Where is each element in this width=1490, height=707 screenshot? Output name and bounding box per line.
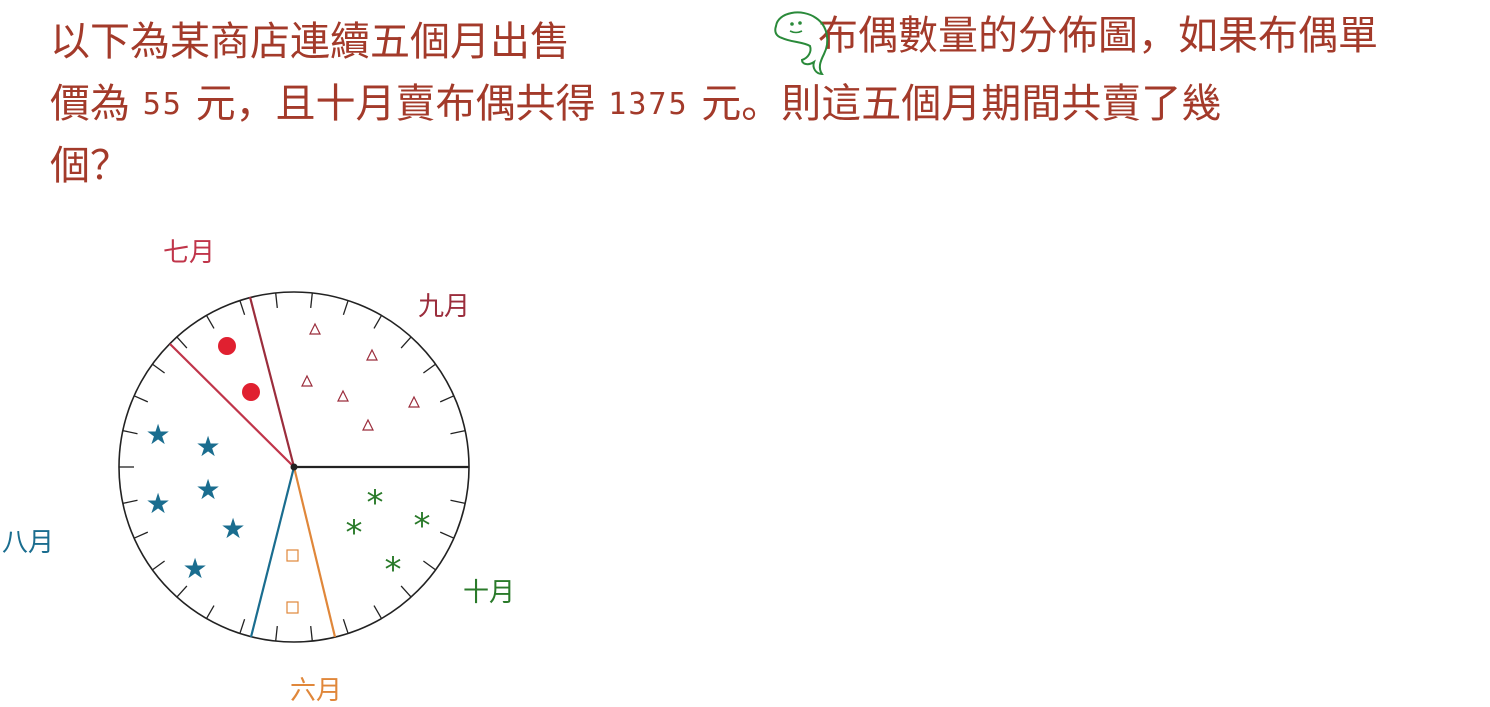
tick-mark (400, 336, 412, 349)
tick-mark (439, 395, 455, 403)
tick-mark (423, 363, 436, 374)
question-line-2-end: 元。則這五個月期間共賣了幾 (701, 81, 1222, 127)
tick-mark (439, 531, 455, 539)
tick-mark (450, 499, 466, 505)
august-star: ★ (145, 418, 170, 451)
september-triangle (337, 389, 349, 402)
question-line-3: 個？ (50, 136, 130, 196)
october-asterisk: * (346, 513, 363, 553)
divider-july-september (248, 296, 296, 468)
september-triangle (408, 395, 420, 408)
tick-mark (122, 429, 138, 435)
tick-mark (450, 429, 466, 435)
august-star: ★ (195, 473, 220, 506)
tick-mark (133, 531, 149, 539)
september-triangle (362, 418, 374, 431)
september-triangle (301, 374, 313, 387)
august-star: ★ (195, 430, 220, 463)
revenue-value: 1375 (608, 87, 689, 122)
july-dot (218, 337, 236, 355)
question-line-2-start: 價為 (50, 81, 130, 127)
question-line-1-start: 以下為某商店連續五個月出售 (50, 19, 570, 65)
june-square (286, 601, 299, 614)
question-line-1-end-wrap: 布偶數量的分佈圖，如果布偶單 (818, 6, 1378, 66)
divider-october-june (292, 466, 337, 638)
pictogram-pie-diagram: ★ ★ ★ ★ ★ ★ * * * * (118, 291, 470, 643)
label-october: 十月 (463, 578, 516, 608)
tick-mark (373, 315, 383, 329)
july-dot (242, 383, 260, 401)
label-june: 六月 (290, 676, 343, 706)
price-value: 55 (142, 87, 183, 122)
tick-mark (342, 300, 349, 316)
tick-mark (275, 292, 278, 308)
tick-mark (239, 618, 246, 634)
tick-mark (275, 626, 278, 642)
tick-mark (423, 560, 436, 571)
october-asterisk: * (414, 506, 431, 546)
september-triangle (309, 322, 321, 335)
question-line-2: 價為 55 元，且十月賣布偶共得 1375 元。則這五個月期間共賣了幾 (50, 74, 1221, 135)
tick-mark (342, 618, 349, 634)
pie-center (290, 463, 298, 471)
question-line-1: 以下為某商店連續五個月出售 (50, 12, 570, 72)
label-july: 七月 (163, 238, 216, 268)
tick-mark (400, 585, 412, 598)
june-square (286, 549, 299, 562)
tick-mark (133, 395, 149, 403)
tick-mark (122, 499, 138, 505)
question-line-2-middle: 元，且十月賣布偶共得 (195, 81, 596, 127)
tick-mark (205, 315, 215, 329)
divider-august-july (169, 343, 295, 468)
question-line-3-text: 個？ (50, 143, 130, 189)
tick-mark (373, 605, 383, 619)
tick-mark (176, 585, 188, 598)
label-september: 九月 (418, 292, 471, 322)
august-star: ★ (182, 552, 207, 585)
tick-mark (310, 292, 313, 308)
tick-mark (239, 300, 246, 316)
tick-mark (152, 363, 165, 374)
october-asterisk: * (367, 483, 384, 523)
august-star: ★ (220, 512, 245, 545)
tick-mark (205, 605, 215, 619)
october-asterisk: * (385, 550, 402, 590)
tick-mark (152, 560, 165, 571)
tick-mark (176, 336, 188, 349)
question-line-1-end: 布偶數量的分佈圖，如果布偶單 (818, 13, 1378, 59)
label-august: 八月 (2, 528, 55, 558)
tick-mark (310, 626, 313, 642)
august-star: ★ (145, 487, 170, 520)
september-triangle (366, 348, 378, 361)
